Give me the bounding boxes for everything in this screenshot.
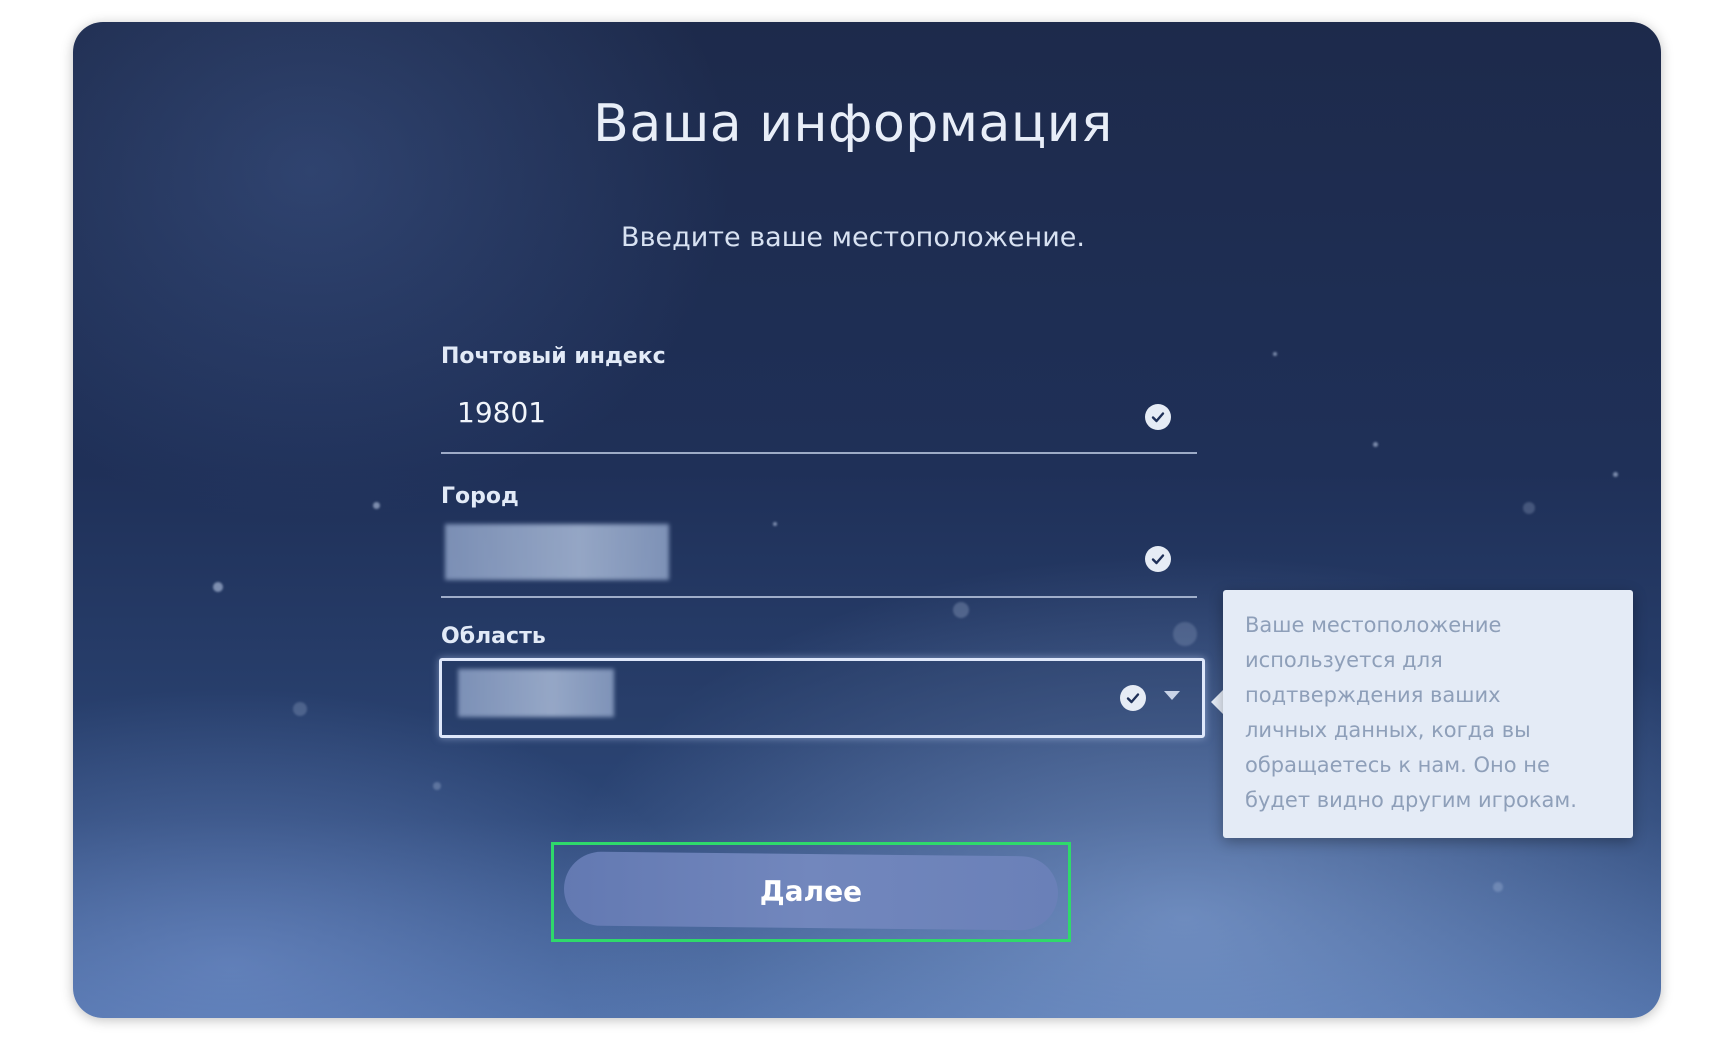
city-label: Город — [441, 484, 519, 509]
tooltip-line: будет видно другим игрокам. — [1245, 788, 1577, 812]
next-button[interactable]: Далее — [563, 851, 1059, 931]
region-label: Область — [441, 624, 546, 649]
region-value-blurred — [458, 669, 614, 717]
tooltip-arrow — [1211, 690, 1223, 714]
background-particle — [1173, 622, 1197, 646]
region-select[interactable] — [439, 658, 1205, 738]
postal-code-input[interactable]: 19801 — [441, 384, 1197, 454]
city-value-blurred — [445, 524, 669, 580]
background-particle — [213, 582, 223, 592]
check-circle-icon — [1145, 404, 1171, 430]
background-particle — [1493, 882, 1503, 892]
background-particle — [373, 502, 380, 509]
background-particle — [1373, 442, 1378, 447]
background-particle — [1273, 352, 1277, 356]
postal-code-value: 19801 — [457, 396, 547, 429]
screen-frame: Ваша информация Введите ваше местоположе… — [73, 22, 1661, 1018]
location-info-tooltip: Ваше местоположение используется для под… — [1223, 590, 1633, 838]
chevron-down-icon[interactable] — [1164, 691, 1180, 700]
background-particle — [953, 602, 969, 618]
page-title: Ваша информация — [593, 94, 1113, 154]
background-particle — [1613, 472, 1618, 477]
background-particle — [293, 702, 307, 716]
background-particle — [433, 782, 441, 790]
postal-code-label: Почтовый индекс — [441, 344, 666, 369]
check-circle-icon — [1145, 546, 1171, 572]
tooltip-line: используется для — [1245, 648, 1443, 672]
background-particle — [1523, 502, 1535, 514]
tooltip-line: обращаетесь к нам. Оно не — [1245, 753, 1550, 777]
tooltip-line: подтверждения ваших — [1245, 683, 1501, 707]
city-input[interactable] — [441, 520, 1197, 598]
tooltip-line: Ваше местоположение — [1245, 613, 1502, 637]
check-circle-icon — [1120, 685, 1146, 711]
tooltip-line: личных данных, когда вы — [1245, 718, 1531, 742]
page-subtitle: Введите ваше местоположение. — [621, 222, 1085, 253]
